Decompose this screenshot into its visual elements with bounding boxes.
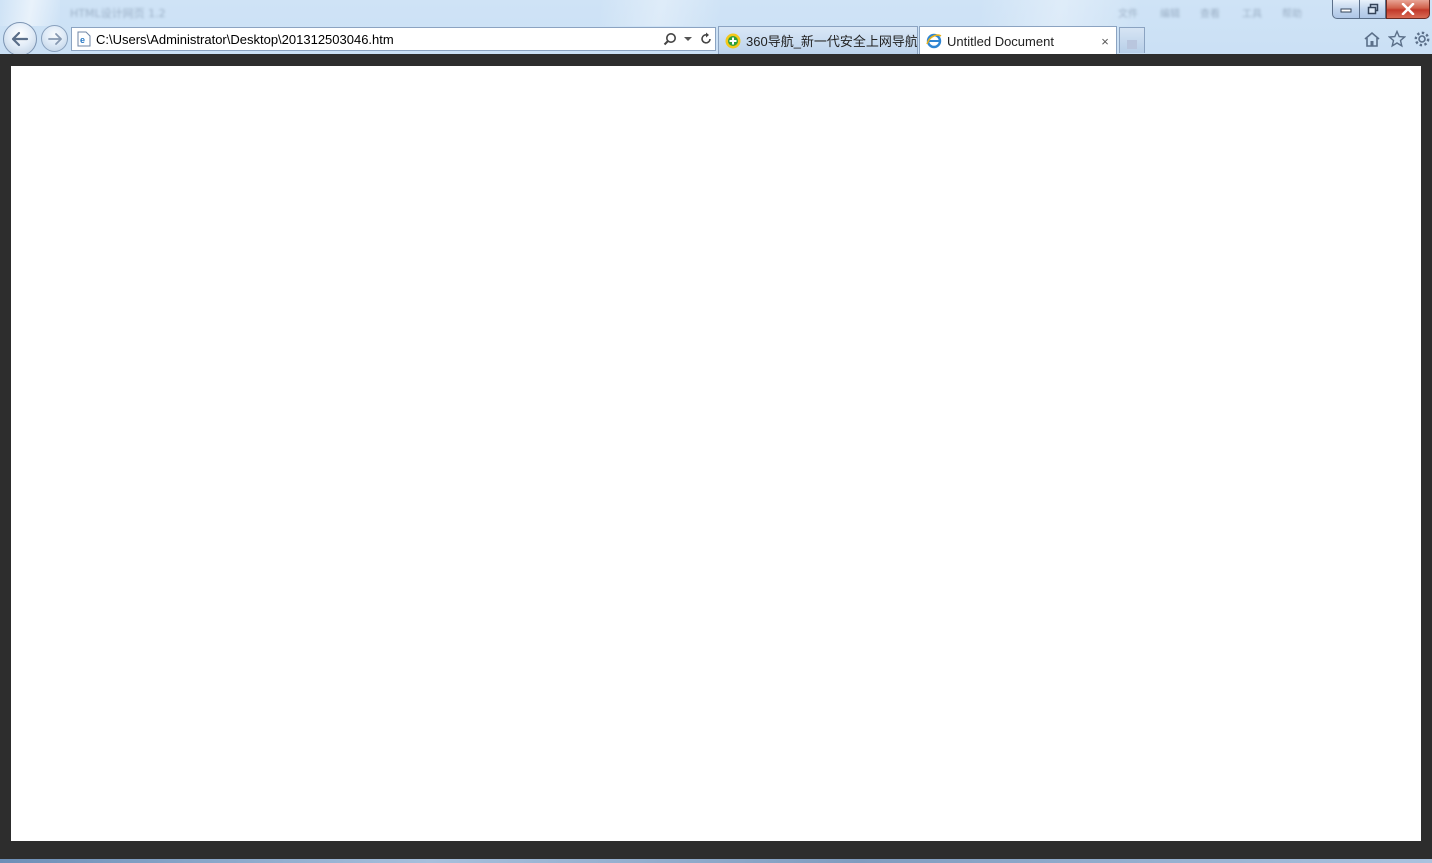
menu-item-view[interactable]: 查看 [1200, 5, 1220, 20]
close-icon [1401, 3, 1415, 15]
address-input[interactable] [96, 29, 661, 49]
tab-360-navigation[interactable]: 360导航_新一代安全上网导航 [718, 26, 918, 54]
tab-label: Untitled Document [947, 33, 1054, 49]
search-icon[interactable] [661, 29, 679, 49]
forward-arrow-icon [47, 32, 62, 45]
back-arrow-icon [11, 31, 29, 47]
restore-button[interactable] [1359, 0, 1386, 19]
dropdown-arrow-icon[interactable] [679, 29, 697, 49]
tab-label: 360导航_新一代安全上网导航 [746, 34, 917, 49]
glass-highlight [600, 0, 720, 26]
back-button[interactable] [3, 22, 37, 56]
glass-highlight [980, 0, 1140, 26]
taskbar-edge [0, 859, 1432, 863]
new-tab-icon [1127, 40, 1137, 49]
ie-page-icon [926, 33, 942, 49]
glass-highlight [0, 0, 60, 26]
address-bar: e [71, 27, 716, 51]
minimize-button[interactable] [1332, 0, 1359, 19]
restore-icon [1367, 3, 1378, 15]
content-frame [0, 54, 1432, 863]
menu-item-edit[interactable]: 编辑 [1160, 5, 1180, 20]
page-icon: e [76, 31, 92, 47]
minimize-icon [1340, 8, 1352, 13]
new-tab-button[interactable] [1119, 27, 1145, 53]
gear-icon[interactable] [1412, 28, 1432, 50]
360-icon [725, 33, 741, 49]
tab-close-button[interactable]: × [1096, 34, 1114, 49]
favorites-star-icon[interactable] [1387, 28, 1407, 50]
close-window-button[interactable] [1386, 0, 1430, 19]
window-title: HTML设计网页 1.2 [70, 7, 166, 19]
navigation-bar: e 360导航_新一代安全上网导航 Untitled Document [0, 22, 1432, 56]
command-toolbar [1362, 28, 1432, 50]
menu-item-file[interactable]: 文件 [1118, 5, 1138, 20]
svg-text:e: e [80, 35, 85, 45]
forward-button[interactable] [41, 25, 68, 52]
menu-item-help[interactable]: 帮助 [1282, 5, 1302, 20]
home-icon[interactable] [1362, 28, 1382, 50]
browser-window: HTML设计网页 1.2 文件 编辑 查看 工具 帮助 e C:\Users\A… [0, 0, 1432, 863]
tab-untitled-document[interactable]: Untitled Document × [919, 26, 1117, 55]
window-caption-buttons [1332, 0, 1430, 19]
refresh-icon[interactable] [697, 29, 715, 49]
page-content-area[interactable] [11, 66, 1421, 841]
menu-item-tools[interactable]: 工具 [1242, 5, 1262, 20]
